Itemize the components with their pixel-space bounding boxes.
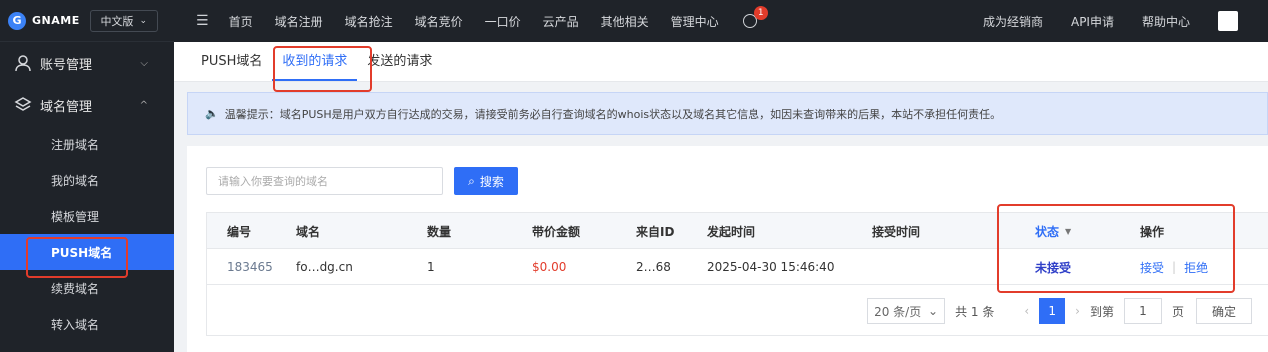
content-card: 请输入你要查询的域名 ⌕ 搜索 编号 域名 数量 带价金额 来自ID 发起时间 … xyxy=(187,146,1268,352)
nav-auction[interactable]: 域名竞价 xyxy=(415,13,463,30)
search-input[interactable]: 请输入你要查询的域名 xyxy=(206,167,443,195)
notice-text: 温馨提示：域名PUSH是用户双方自行达成的交易，请接受前务必自行查询域名的who… xyxy=(224,107,1002,121)
table-row: 183465 fo…dg.cn 1 $0.00 2…68 2025-04-30 … xyxy=(207,249,1268,285)
page-unit-label: 页 xyxy=(1171,304,1184,319)
notice-banner: 🔈 温馨提示：域名PUSH是用户双方自行达成的交易，请接受前务必自行查询域名的w… xyxy=(187,92,1268,135)
top-right-links: 成为经销商 API申请 帮助中心 xyxy=(983,11,1268,31)
search-button[interactable]: ⌕ 搜索 xyxy=(454,167,518,195)
menu-collapse-icon[interactable]: ☰ xyxy=(196,13,209,29)
gname-logo-icon[interactable]: G xyxy=(8,11,26,30)
nav-fixed-price[interactable]: 一口价 xyxy=(485,13,521,30)
notification-badge: 1 xyxy=(753,6,768,20)
goto-page-input[interactable]: 1 xyxy=(1123,298,1162,324)
page-size-label: 20 条/页 xyxy=(874,304,922,319)
tab-received[interactable]: 收到的请求 xyxy=(272,50,358,81)
row-price: $0.00 xyxy=(532,260,567,274)
col-price: 带价金额 xyxy=(532,224,581,239)
page-size-select[interactable]: 20 条/页 ⌄ xyxy=(867,298,946,324)
nav-register[interactable]: 域名注册 xyxy=(275,13,323,30)
sidebar-item-label: PUSH域名 xyxy=(51,245,113,260)
chevron-down-icon: ⌄ xyxy=(928,304,939,318)
avatar[interactable] xyxy=(1218,11,1238,31)
search-icon: ⌕ xyxy=(468,173,475,188)
nav-snatch[interactable]: 域名抢注 xyxy=(345,13,393,30)
sidebar-item-label: 续费域名 xyxy=(51,281,100,296)
language-label: 中文版 xyxy=(100,14,134,28)
nav-home[interactable]: 首页 xyxy=(229,13,253,30)
col-id: 编号 xyxy=(227,224,252,239)
notification-icon[interactable]: 1 xyxy=(742,6,768,28)
sidebar-item-label: 注册域名 xyxy=(51,137,100,152)
col-domain: 域名 xyxy=(296,224,321,239)
row-domain: fo…dg.cn xyxy=(296,260,353,274)
sidebar: G GNAME 中文版 ⌄ 账号管理 ⌵ 域名管理 ^ 注册域名 我的域名 模板… xyxy=(0,0,174,352)
requests-table: 编号 域名 数量 带价金额 来自ID 发起时间 接受时间 状态 ▼ 操作 183… xyxy=(206,212,1268,336)
accept-button[interactable]: 接受 xyxy=(1140,259,1164,276)
chevron-up-icon: ^ xyxy=(139,99,148,111)
sidebar-item-push[interactable]: PUSH域名 xyxy=(0,234,174,270)
speaker-icon: 🔈 xyxy=(205,107,219,120)
sidebar-item-label: 模板管理 xyxy=(51,209,100,224)
sidebar-item-label: 我的域名 xyxy=(51,173,100,188)
brand-bar: G GNAME 中文版 ⌄ xyxy=(0,0,174,42)
next-page-icon[interactable]: › xyxy=(1075,304,1080,318)
menu-group-account[interactable]: 账号管理 ⌵ xyxy=(0,42,174,84)
top-nav: 首页 域名注册 域名抢注 域名竞价 一口价 云产品 其他相关 管理中心 1 xyxy=(229,6,779,30)
nav-reseller[interactable]: 成为经销商 xyxy=(983,13,1043,30)
tab-sent[interactable]: 发送的请求 xyxy=(357,50,442,81)
nav-help[interactable]: 帮助中心 xyxy=(1142,13,1190,30)
row-status: 未接受 xyxy=(1035,260,1072,275)
nav-admin[interactable]: 管理中心 xyxy=(671,13,719,30)
brand-name[interactable]: GNAME xyxy=(32,14,80,27)
sidebar-item-transfer[interactable]: 转入域名 xyxy=(0,306,174,342)
nav-other[interactable]: 其他相关 xyxy=(601,13,649,30)
tab-push-domain[interactable]: PUSH域名 xyxy=(191,50,272,81)
user-icon xyxy=(15,55,31,72)
sidebar-item-label: 转入域名 xyxy=(51,317,100,332)
col-qty: 数量 xyxy=(427,224,452,239)
row-id[interactable]: 183465 xyxy=(227,249,273,285)
language-select[interactable]: 中文版 ⌄ xyxy=(89,9,158,32)
nav-cloud[interactable]: 云产品 xyxy=(543,13,579,30)
row-from-id: 2…68 xyxy=(636,260,671,274)
layers-icon xyxy=(14,97,32,111)
col-actions: 操作 xyxy=(1140,224,1165,239)
row-actions: 接受 | 拒绝 xyxy=(1140,249,1208,285)
col-status-filter[interactable]: 状态 ▼ xyxy=(1035,213,1071,249)
top-navbar: ☰ 首页 域名注册 域名抢注 域名竞价 一口价 云产品 其他相关 管理中心 1 … xyxy=(174,0,1268,42)
col-start-time: 发起时间 xyxy=(707,224,756,239)
col-accept-time: 接受时间 xyxy=(872,224,921,239)
chevron-down-icon: ⌵ xyxy=(140,57,148,69)
table-header: 编号 域名 数量 带价金额 来自ID 发起时间 接受时间 状态 ▼ 操作 xyxy=(207,213,1268,249)
action-divider: | xyxy=(1172,260,1177,274)
tab-bar: PUSH域名 收到的请求 发送的请求 xyxy=(174,42,1268,82)
total-count: 共 1 条 xyxy=(955,304,995,319)
row-start-time: 2025-04-30 15:46:40 xyxy=(707,260,835,274)
menu-group-domain[interactable]: 域名管理 ^ xyxy=(0,84,174,126)
sidebar-item-templates[interactable]: 模板管理 xyxy=(0,198,174,234)
sidebar-item-register[interactable]: 注册域名 xyxy=(0,126,174,162)
sidebar-item-my-domains[interactable]: 我的域名 xyxy=(0,162,174,198)
menu-group-label: 账号管理 xyxy=(40,57,93,73)
caret-down-icon: ▼ xyxy=(1065,226,1072,236)
goto-confirm-button[interactable]: 确定 xyxy=(1196,298,1252,324)
nav-api[interactable]: API申请 xyxy=(1071,13,1114,30)
search-button-label: 搜索 xyxy=(479,174,504,189)
col-from-id: 来自ID xyxy=(636,224,675,239)
pagination: 20 条/页 ⌄ 共 1 条 ‹ 1 › 到第 1 页 确定 xyxy=(867,293,1268,329)
sidebar-item-renew[interactable]: 续费域名 xyxy=(0,270,174,306)
page-current[interactable]: 1 xyxy=(1039,298,1066,324)
reject-button[interactable]: 拒绝 xyxy=(1184,259,1208,276)
prev-page-icon[interactable]: ‹ xyxy=(1024,304,1029,318)
chevron-down-icon: ⌄ xyxy=(139,15,147,26)
row-qty: 1 xyxy=(427,260,435,274)
goto-label: 到第 xyxy=(1089,304,1114,319)
col-status: 状态 xyxy=(1035,224,1060,239)
menu-group-label: 域名管理 xyxy=(40,99,93,115)
